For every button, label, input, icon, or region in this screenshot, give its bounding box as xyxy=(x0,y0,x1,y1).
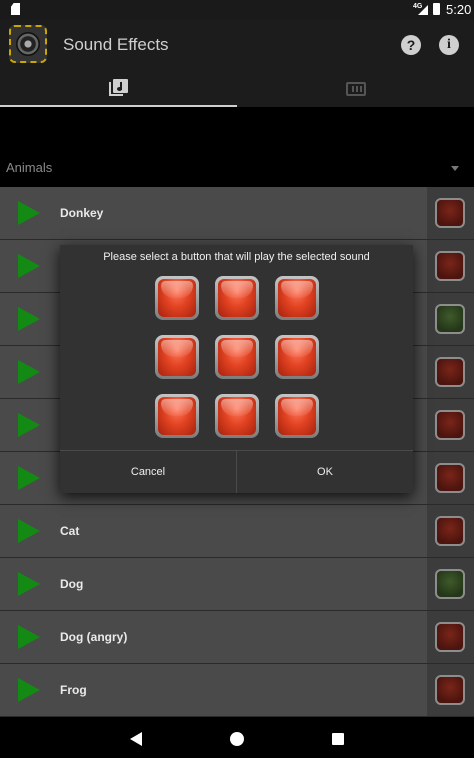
play-icon[interactable] xyxy=(18,307,40,331)
pad-button[interactable] xyxy=(215,394,259,438)
tab-sounds[interactable] xyxy=(0,70,237,107)
sound-row[interactable]: Donkey xyxy=(0,187,474,240)
dropdown-arrow-icon xyxy=(451,166,459,171)
play-icon[interactable] xyxy=(18,466,40,490)
pad-button[interactable] xyxy=(215,335,259,379)
pad-button[interactable] xyxy=(275,335,319,379)
pad-button[interactable] xyxy=(155,335,199,379)
pad-button[interactable] xyxy=(155,394,199,438)
play-icon[interactable] xyxy=(18,678,40,702)
category-selected-value: Animals xyxy=(6,160,53,175)
app-bar: Sound Effects ? i xyxy=(0,20,474,70)
back-icon[interactable] xyxy=(130,732,142,746)
category-dropdown[interactable]: Animals xyxy=(0,150,474,186)
network-type: 4G xyxy=(413,3,423,10)
assigned-button-indicator[interactable] xyxy=(435,622,465,652)
sound-row[interactable]: Dog (angry) xyxy=(0,611,474,664)
sound-name: Dog (angry) xyxy=(60,630,128,644)
pad-button[interactable] xyxy=(275,276,319,320)
sound-row[interactable]: Frog xyxy=(0,664,474,717)
navigation-bar xyxy=(0,720,474,758)
sound-row[interactable]: Cat xyxy=(0,505,474,558)
app-logo-speaker-icon xyxy=(9,25,47,63)
ok-button[interactable]: OK xyxy=(237,451,413,493)
play-icon[interactable] xyxy=(18,519,40,543)
assigned-button-indicator[interactable] xyxy=(435,569,465,599)
sound-row[interactable]: Dog xyxy=(0,558,474,611)
play-icon[interactable] xyxy=(18,201,40,225)
play-icon[interactable] xyxy=(18,413,40,437)
assigned-button-indicator[interactable] xyxy=(435,251,465,281)
pad-button[interactable] xyxy=(275,394,319,438)
help-icon[interactable]: ? xyxy=(401,35,421,55)
screen: 4G 5:20 Sound Effects ? i Animals Donkey… xyxy=(0,0,474,758)
assigned-button-indicator[interactable] xyxy=(435,198,465,228)
sound-name: Cat xyxy=(60,524,80,538)
sound-name: Frog xyxy=(60,683,87,697)
cancel-button[interactable]: Cancel xyxy=(60,451,236,493)
assigned-button-indicator[interactable] xyxy=(435,463,465,493)
play-icon[interactable] xyxy=(18,360,40,384)
tab-keyboard[interactable] xyxy=(237,70,474,107)
pad-button[interactable] xyxy=(155,276,199,320)
keyboard-icon xyxy=(345,81,366,96)
assigned-button-indicator[interactable] xyxy=(435,357,465,387)
play-icon[interactable] xyxy=(18,625,40,649)
dialog-prompt: Please select a button that will play th… xyxy=(103,251,370,263)
sd-card-icon xyxy=(11,3,20,15)
play-icon[interactable] xyxy=(18,572,40,596)
assigned-button-indicator[interactable] xyxy=(435,675,465,705)
info-icon[interactable]: i xyxy=(439,35,459,55)
app-title: Sound Effects xyxy=(63,35,169,54)
recent-apps-icon[interactable] xyxy=(332,733,344,745)
play-icon[interactable] xyxy=(18,254,40,278)
sound-name: Donkey xyxy=(60,206,104,220)
pad-grid xyxy=(155,276,319,439)
status-bar: 4G 5:20 xyxy=(0,0,474,20)
clock: 5:20 xyxy=(446,2,472,17)
assigned-button-indicator[interactable] xyxy=(435,304,465,334)
assigned-button-indicator[interactable] xyxy=(435,410,465,440)
button-select-dialog: Please select a button that will play th… xyxy=(60,245,413,493)
battery-icon xyxy=(433,3,440,15)
pad-button[interactable] xyxy=(215,276,259,320)
home-icon[interactable] xyxy=(230,732,244,746)
music-library-icon xyxy=(109,79,128,96)
tab-bar xyxy=(0,70,474,107)
assigned-button-indicator[interactable] xyxy=(435,516,465,546)
sound-name: Dog xyxy=(60,577,84,591)
